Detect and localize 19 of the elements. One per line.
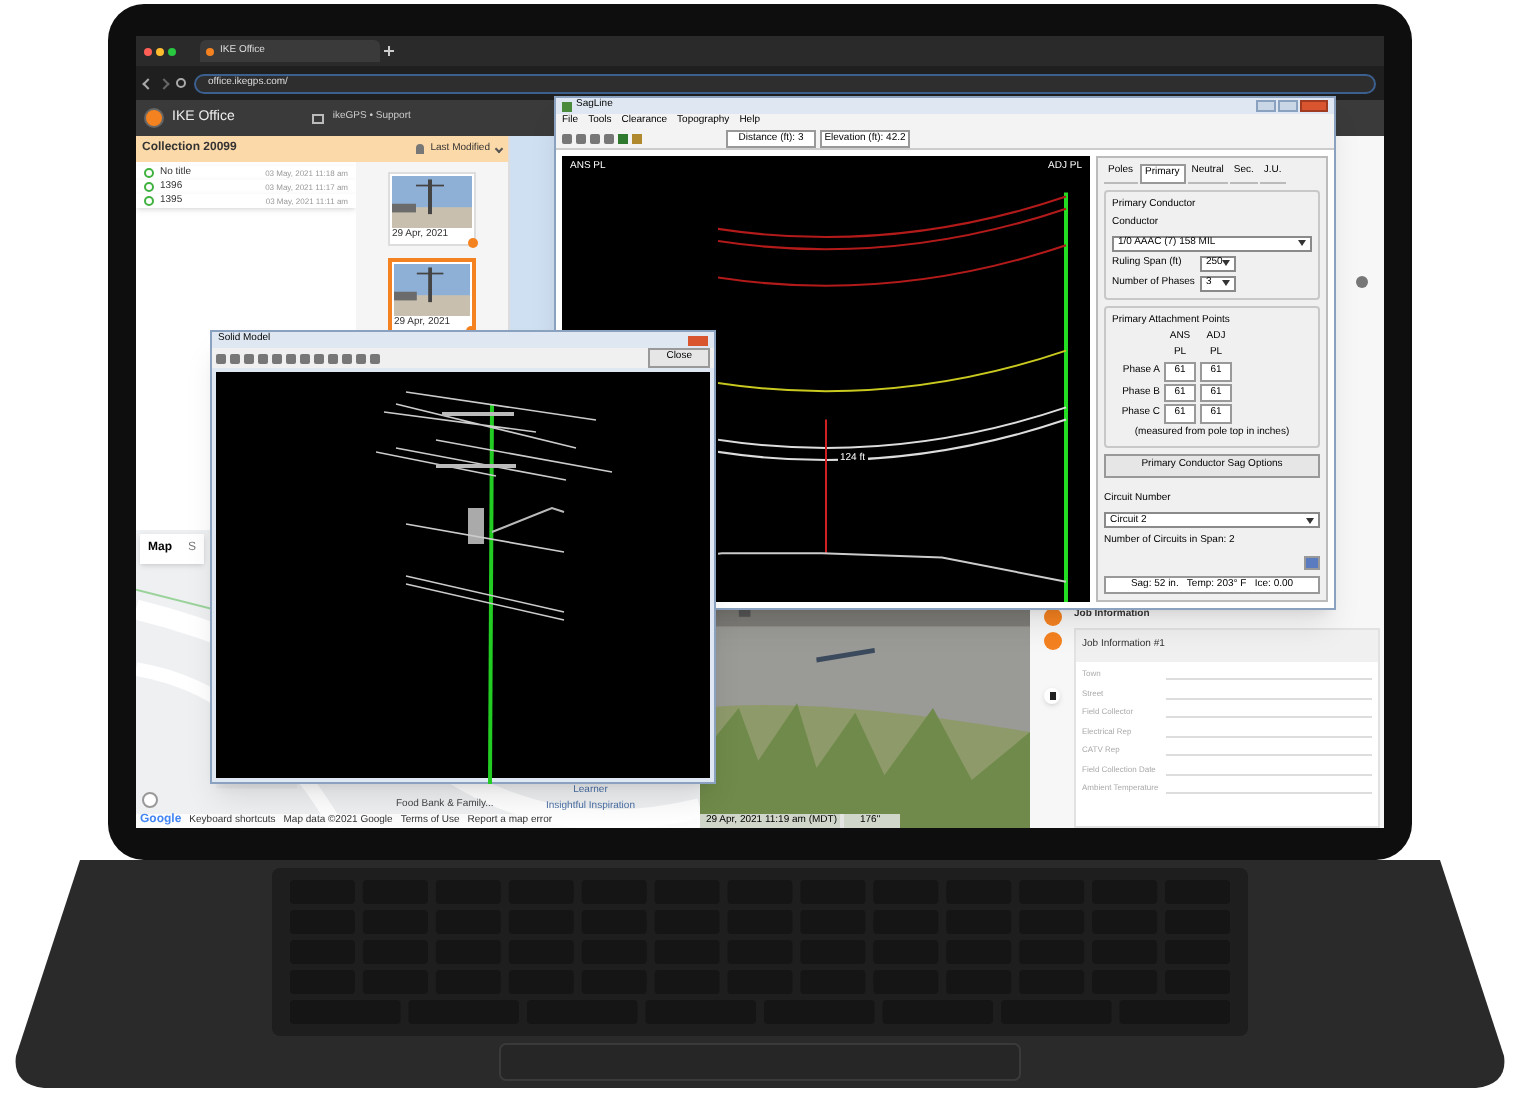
app-icon (562, 101, 572, 111)
logo-icon (206, 47, 214, 55)
export-icon[interactable] (1304, 555, 1320, 569)
info-icon (1356, 276, 1368, 288)
caret-icon (1306, 517, 1314, 523)
building-icon (312, 113, 325, 123)
badge-icon (468, 238, 478, 248)
forward-icon[interactable] (158, 77, 170, 89)
caret-icon (1222, 280, 1230, 286)
chevron-icon (494, 144, 504, 154)
plus-icon[interactable] (384, 46, 394, 56)
trash-icon[interactable] (1044, 688, 1060, 704)
reload-icon[interactable] (176, 78, 186, 88)
caret-icon (1298, 240, 1306, 246)
caret-icon (1222, 260, 1231, 266)
pin-icon (416, 144, 425, 154)
close-button[interactable] (688, 335, 708, 345)
back-icon[interactable] (142, 77, 154, 89)
logo-icon (144, 108, 164, 128)
